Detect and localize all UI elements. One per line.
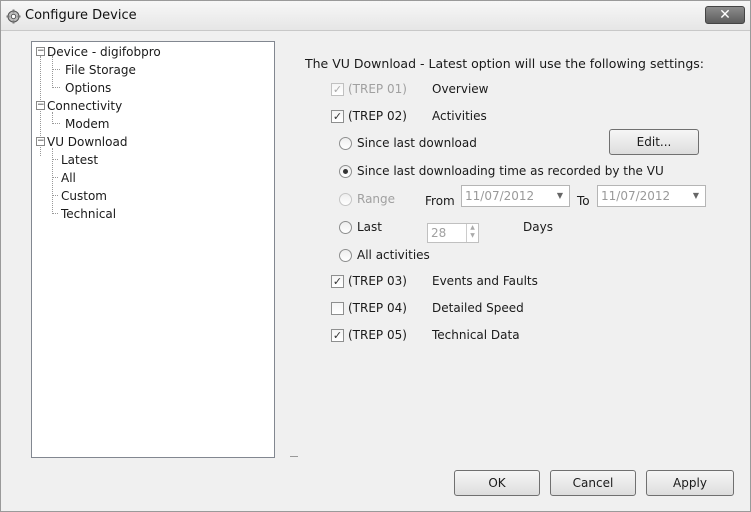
since-last-recorded-radio[interactable] <box>339 165 352 178</box>
since-last-download-label: Since last download <box>357 136 477 150</box>
trep03-checkbox[interactable]: ✓ <box>331 275 344 288</box>
trep01-checkbox: ✓ <box>331 83 344 96</box>
trep01-name: Overview <box>432 82 489 96</box>
tree-connector <box>52 87 60 88</box>
tree-item-device[interactable]: Device - digifobpro <box>47 45 161 59</box>
tree-connector <box>52 159 58 160</box>
collapse-icon[interactable]: − <box>36 101 45 110</box>
tree-item-technical[interactable]: Technical <box>61 207 116 221</box>
from-date-value: 11/07/2012 <box>465 189 535 203</box>
to-date-value: 11/07/2012 <box>601 189 671 203</box>
trep05-checkbox[interactable]: ✓ <box>331 329 344 342</box>
tree-connector <box>52 148 53 212</box>
collapse-icon[interactable]: − <box>36 47 45 56</box>
last-radio[interactable] <box>339 221 352 234</box>
tree-item-custom[interactable]: Custom <box>61 189 107 203</box>
tree-item-modem[interactable]: Modem <box>65 117 109 131</box>
tree-item-all[interactable]: All <box>61 171 76 185</box>
chevron-down-icon: ▼ <box>692 191 699 200</box>
trep03-code: (TREP 03) <box>348 274 407 288</box>
tree-item-options[interactable]: Options <box>65 81 111 95</box>
range-label: Range <box>357 192 396 206</box>
trep02-code: (TREP 02) <box>348 109 407 123</box>
trep04-code: (TREP 04) <box>348 301 407 315</box>
tree-connector <box>52 56 53 88</box>
divider <box>290 456 298 457</box>
last-label: Last <box>357 220 382 234</box>
tree-connector <box>52 69 60 70</box>
edit-button[interactable]: Edit... <box>609 129 699 155</box>
tree-connector <box>52 123 60 124</box>
trep01-code: (TREP 01) <box>348 82 407 96</box>
trep04-name: Detailed Speed <box>432 301 524 315</box>
collapse-icon[interactable]: − <box>36 137 45 146</box>
since-last-recorded-label: Since last downloading time as recorded … <box>357 164 664 178</box>
tree-connector <box>52 195 58 196</box>
window-title: Configure Device <box>25 8 137 23</box>
trep03-name: Events and Faults <box>432 274 538 288</box>
trep05-name: Technical Data <box>432 328 520 342</box>
trep02-name: Activities <box>432 109 487 123</box>
trep05-code: (TREP 05) <box>348 328 407 342</box>
all-activities-label: All activities <box>357 248 430 262</box>
days-label: Days <box>523 220 553 234</box>
apply-button[interactable]: Apply <box>646 470 734 496</box>
trep02-checkbox[interactable]: ✓ <box>331 110 344 123</box>
since-last-download-radio[interactable] <box>339 137 352 150</box>
ok-button[interactable]: OK <box>454 470 540 496</box>
to-label: To <box>577 194 590 208</box>
tree-connector <box>52 177 58 178</box>
tree-item-vu-download[interactable]: VU Download <box>47 135 127 149</box>
range-radio[interactable] <box>339 193 352 206</box>
chevron-down-icon: ▼ <box>556 191 563 200</box>
device-settings-icon <box>6 9 21 24</box>
tree-item-latest[interactable]: Latest <box>61 153 98 167</box>
cancel-button[interactable]: Cancel <box>550 470 636 496</box>
last-days-spinner[interactable]: 28 ▲ ▼ <box>427 223 479 243</box>
configure-device-window: Configure Device ✕ − Device - digifobpro… <box>0 0 751 512</box>
tree-item-connectivity[interactable]: Connectivity <box>47 99 122 113</box>
spinner-arrows-icon[interactable]: ▲ ▼ <box>466 224 478 242</box>
trep04-checkbox[interactable] <box>331 302 344 315</box>
tree-item-file-storage[interactable]: File Storage <box>65 63 136 77</box>
settings-tree[interactable]: − Device - digifobpro File Storage Optio… <box>31 41 275 458</box>
from-label: From <box>425 194 455 208</box>
close-icon: ✕ <box>719 7 731 23</box>
from-date-picker[interactable]: 11/07/2012 ▼ <box>461 185 570 207</box>
settings-heading: The VU Download - Latest option will use… <box>305 56 705 71</box>
last-days-value: 28 <box>431 226 447 240</box>
tree-connector <box>52 213 58 214</box>
all-activities-radio[interactable] <box>339 249 352 262</box>
to-date-picker[interactable]: 11/07/2012 ▼ <box>597 185 706 207</box>
title-bar[interactable]: Configure Device ✕ <box>1 1 750 31</box>
close-button[interactable]: ✕ <box>705 6 745 24</box>
